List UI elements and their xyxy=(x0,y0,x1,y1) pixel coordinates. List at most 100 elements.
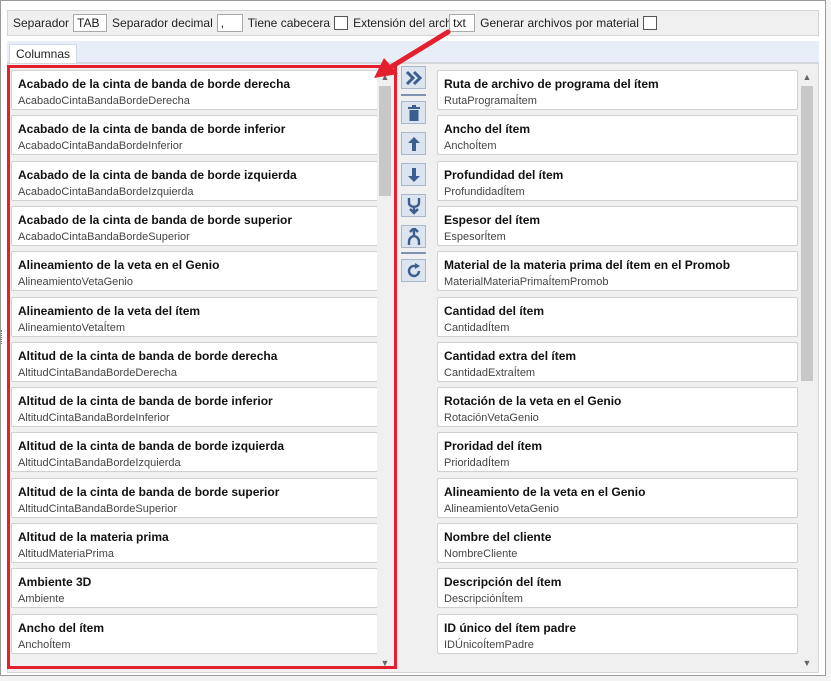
column-display-name: Material de la materia prima del ítem en… xyxy=(444,258,731,273)
column-identifier: AltitudCintaBandaBordeDerecha xyxy=(18,366,177,379)
column-identifier: AnchoÍtem xyxy=(444,140,497,153)
column-display-name: Altitud de la cinta de banda de borde iz… xyxy=(18,439,285,454)
column-list-item[interactable]: Profundidad del ítem ProfundidadÍtem xyxy=(437,160,798,201)
column-list-item[interactable]: Alineamiento de la veta en el Genio Aline… xyxy=(437,477,798,518)
column-display-name: Acabado de la cinta de banda de borde su… xyxy=(18,212,293,227)
column-display-name: Ambiente 3D xyxy=(18,575,92,590)
column-identifier: RotaciónVetaGenio xyxy=(444,412,539,425)
has-header-label: Tiene cabecera xyxy=(247,16,331,30)
scroll-down-arrow-icon[interactable]: ▼ xyxy=(799,656,815,670)
separator-label: Separador xyxy=(13,16,70,30)
available-columns-list[interactable]: Acabado de la cinta de banda de borde de… xyxy=(11,70,378,670)
scroll-down-arrow-icon[interactable]: ▼ xyxy=(377,656,393,670)
decimal-separator-input[interactable]: , xyxy=(216,14,243,32)
scroll-up-arrow-icon[interactable]: ▲ xyxy=(799,70,815,84)
column-identifier: ProfundidadÍtem xyxy=(444,185,525,198)
column-identifier: AltitudMateriaPrima xyxy=(18,548,114,560)
column-display-name: Cantidad del ítem xyxy=(444,303,545,318)
double-chevron-right-icon xyxy=(405,70,422,85)
column-list-item[interactable]: Acabado de la cinta de banda de borde su… xyxy=(11,205,378,246)
column-identifier: AltitudCintaBandaBordeSuperior xyxy=(18,502,177,515)
scroll-thumb[interactable] xyxy=(379,86,391,196)
column-list-item[interactable]: ID único del ítem padre IDÚnicoÍtemPadre xyxy=(437,613,798,654)
refresh-button[interactable] xyxy=(401,259,426,282)
arrow-down-icon xyxy=(407,167,420,182)
column-display-name: Espesor del ítem xyxy=(444,212,541,227)
column-list-item[interactable]: Descripción del ítem DescripciónÍtem xyxy=(437,568,798,609)
selected-columns-scrollbar[interactable]: ▲ ▼ xyxy=(799,70,815,670)
column-list-item[interactable]: Proridad del ítem PrioridadÍtem xyxy=(437,432,798,473)
column-display-name: Descripción del ítem xyxy=(444,575,562,590)
column-identifier: RutaProgramaÍtem xyxy=(444,95,537,107)
column-list-item[interactable]: Nombre del cliente NombreCliente xyxy=(437,523,798,563)
file-extension-input[interactable]: txt xyxy=(449,14,476,32)
delete-button[interactable] xyxy=(401,101,426,124)
column-display-name: Profundidad del ítem xyxy=(444,167,564,182)
separator-input[interactable]: TAB xyxy=(73,14,108,32)
move-down-button[interactable] xyxy=(401,163,426,186)
column-list-item[interactable]: Ancho del ítem AnchoÍtem xyxy=(437,115,798,156)
move-up-button[interactable] xyxy=(401,132,426,155)
column-display-name: Ancho del ítem xyxy=(444,122,531,137)
column-list-item[interactable]: Altitud de la cinta de banda de borde iz… xyxy=(11,432,378,473)
trash-icon xyxy=(407,104,420,121)
column-display-name: Altitud de la cinta de banda de borde su… xyxy=(18,484,280,499)
available-columns-scrollbar[interactable]: ▲ ▼ xyxy=(377,70,393,670)
column-list-item[interactable]: Altitud de la materia prima AltitudMateri… xyxy=(11,523,378,563)
column-list-item[interactable]: Ancho del ítem AnchoÍtem xyxy=(11,613,378,654)
column-identifier: MaterialMateriaPrimaÍtemPromob xyxy=(444,276,609,289)
column-list-item[interactable]: Altitud de la cinta de banda de borde de… xyxy=(11,341,378,382)
column-display-name: ID único del ítem padre xyxy=(444,620,577,635)
column-list-item[interactable]: Cantidad del ítem CantidadÍtem xyxy=(437,296,798,337)
column-display-name: Altitud de la cinta de banda de borde de… xyxy=(18,348,278,363)
column-display-name: Altitud de la cinta de banda de borde in… xyxy=(18,394,273,409)
column-list-item[interactable]: Ruta de archivo de programa del ítem Ruta… xyxy=(437,70,798,110)
column-list-item[interactable]: Cantidad extra del ítem CantidadExtraÍtem xyxy=(437,341,798,382)
column-list-item[interactable]: Acabado de la cinta de banda de borde iz… xyxy=(11,160,378,201)
column-display-name: Nombre del cliente xyxy=(444,530,552,544)
move-all-right-button[interactable] xyxy=(401,66,426,89)
arrow-up-icon xyxy=(407,136,420,151)
merge-button[interactable] xyxy=(401,194,426,217)
column-identifier: AltitudCintaBandaBordeInferior xyxy=(18,412,170,425)
resize-grip[interactable] xyxy=(1,330,4,344)
column-list-item[interactable]: Espesor del ítem EspesorÍtem xyxy=(437,205,798,246)
column-list-item[interactable]: Acabado de la cinta de banda de borde in… xyxy=(11,115,378,156)
column-identifier: EspesorÍtem xyxy=(444,230,506,243)
scroll-up-arrow-icon[interactable]: ▲ xyxy=(377,70,393,84)
column-list-item[interactable]: Material de la materia prima del ítem en… xyxy=(437,251,798,292)
column-display-name: Cantidad extra del ítem xyxy=(444,348,577,363)
column-identifier: AcabadoCintaBandaBordeIzquierda xyxy=(18,185,194,198)
generate-per-material-checkbox[interactable] xyxy=(642,16,657,30)
column-identifier: CantidadÍtem xyxy=(444,321,510,334)
selected-columns-list[interactable]: Ruta de archivo de programa del ítem Ruta… xyxy=(437,70,798,670)
column-display-name: Proridad del ítem xyxy=(444,439,543,454)
split-icon xyxy=(407,227,420,245)
split-button[interactable] xyxy=(401,225,426,248)
refresh-icon xyxy=(407,262,420,277)
column-display-name: Ruta de archivo de programa del ítem xyxy=(444,77,659,91)
column-list-item[interactable]: Alineamiento de la veta del ítem Alineami… xyxy=(11,296,378,337)
column-identifier: AlineamientoVetaGenio xyxy=(444,502,559,515)
column-list-item[interactable]: Ambiente 3D Ambiente xyxy=(11,568,378,609)
scroll-thumb[interactable] xyxy=(801,86,813,381)
merge-icon xyxy=(407,197,420,215)
column-identifier: AcabadoCintaBandaBordeDerecha xyxy=(18,95,190,107)
tab-strip: Columnas xyxy=(7,41,819,64)
column-identifier: AcabadoCintaBandaBordeSuperior xyxy=(18,230,190,243)
tab-columnas[interactable]: Columnas xyxy=(9,44,78,64)
decimal-separator-label: Separador decimal xyxy=(112,16,213,30)
export-options-toolbar: Separador TAB Separador decimal , Tiene … xyxy=(7,10,819,36)
column-identifier: PrioridadÍtem xyxy=(444,457,510,470)
column-identifier: AlineamientoVetaÍtem xyxy=(18,321,126,334)
column-list-item[interactable]: Acabado de la cinta de banda de borde de… xyxy=(11,70,378,110)
column-identifier: NombreCliente xyxy=(444,548,518,560)
column-display-name: Alineamiento de la veta en el Genio xyxy=(18,258,220,273)
column-list-item[interactable]: Alineamiento de la veta en el Genio Aline… xyxy=(11,251,378,292)
has-header-checkbox[interactable] xyxy=(334,16,349,30)
toolbar-divider xyxy=(401,252,426,254)
column-list-item[interactable]: Altitud de la cinta de banda de borde in… xyxy=(11,387,378,428)
column-list-item[interactable]: Altitud de la cinta de banda de borde su… xyxy=(11,477,378,518)
column-list-item[interactable]: Rotación de la veta en el Genio RotaciónV… xyxy=(437,387,798,428)
column-display-name: Alineamiento de la veta en el Genio xyxy=(444,484,646,499)
